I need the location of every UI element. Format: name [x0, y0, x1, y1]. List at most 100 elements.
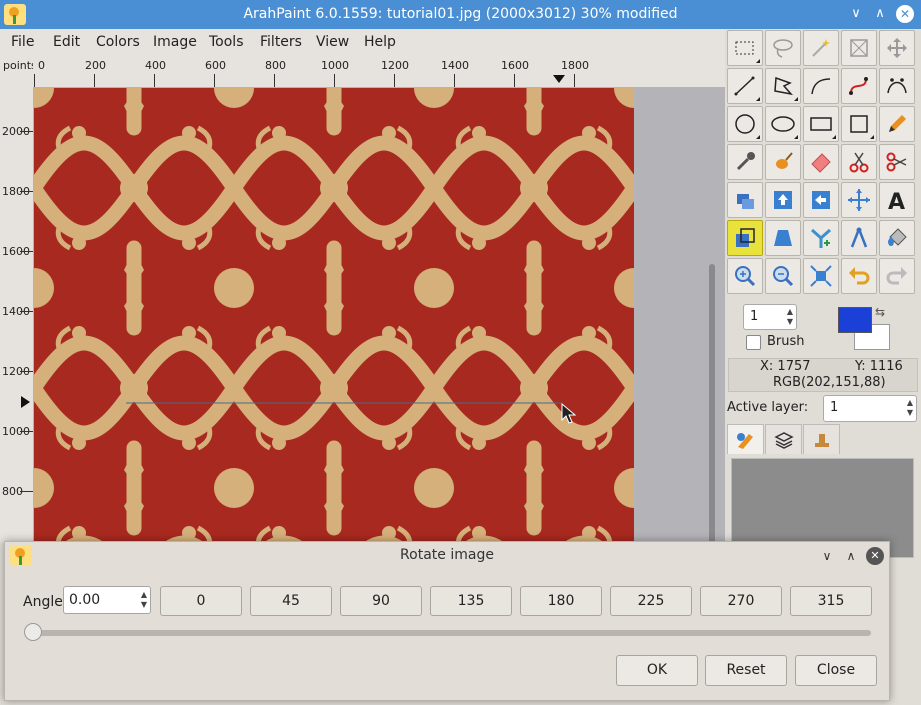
mouse-pointer-icon	[561, 403, 577, 424]
scissors-alt-tool-icon[interactable]	[879, 144, 915, 180]
dialog-maximize-button[interactable]: ∧	[842, 547, 860, 565]
title-bar: ArahPaint 6.0.1559: tutorial01.jpg (2000…	[0, 0, 921, 29]
menu-filters[interactable]: Filters	[260, 34, 302, 50]
flip-vertical-tool-icon[interactable]	[765, 182, 801, 218]
rectangle-tool-icon[interactable]	[803, 106, 839, 142]
rect-select-tool-icon[interactable]	[727, 30, 763, 66]
minimize-button[interactable]: ∨	[847, 5, 865, 23]
menu-tools[interactable]: Tools	[209, 34, 244, 50]
preset-angle-315-button[interactable]: 315	[790, 586, 872, 616]
active-layer-input[interactable]: 1 ▲ ▼	[823, 395, 917, 422]
angle-input[interactable]: 0.00 ▲ ▼	[63, 586, 151, 614]
close-dialog-button[interactable]: Close	[795, 655, 877, 686]
dialog-minimize-button[interactable]: ∨	[818, 547, 836, 565]
brush-size-value: 1	[750, 309, 759, 324]
square-tool-icon[interactable]	[841, 106, 877, 142]
ruler-tick: 200	[85, 59, 106, 72]
menu-colors[interactable]: Colors	[96, 34, 140, 50]
brush-size-input[interactable]: 1 ▲ ▼	[743, 304, 797, 330]
eraser-tool-icon[interactable]	[803, 144, 839, 180]
palette-icon	[736, 432, 753, 449]
preset-angle-270-button[interactable]: 270	[700, 586, 782, 616]
zoom-out-tool-icon[interactable]	[765, 258, 801, 294]
bucket-tool-icon[interactable]	[879, 220, 915, 256]
polygon-tool-icon[interactable]	[765, 68, 801, 104]
menu-view[interactable]: View	[316, 34, 349, 50]
compass-tool-icon[interactable]	[841, 220, 877, 256]
bezier-tool-icon[interactable]	[879, 68, 915, 104]
brush-label: Brush	[767, 334, 805, 349]
ruler-tick: 800	[265, 59, 286, 72]
move-tool-icon[interactable]	[879, 30, 915, 66]
brush-tool-icon[interactable]	[765, 144, 801, 180]
ok-button[interactable]: OK	[616, 655, 698, 686]
ruler-horizontal: 0 200 400 600 800 1000 1200 1400 1600 18…	[33, 56, 725, 87]
vertical-scrollbar[interactable]	[709, 264, 715, 544]
menu-bar: File Edit Colors Image Tools Filters Vie…	[0, 29, 725, 56]
coord-x: X: 1757	[760, 359, 811, 374]
maximize-button[interactable]: ∧	[871, 5, 889, 23]
eyedropper-tool-icon[interactable]	[727, 144, 763, 180]
preset-angle-135-button[interactable]: 135	[430, 586, 512, 616]
spin-arrows-icon[interactable]: ▲ ▼	[141, 590, 147, 610]
pencil-tool-icon[interactable]	[879, 106, 915, 142]
flip-horizontal-tool-icon[interactable]	[803, 182, 839, 218]
ruler-tick: 600	[205, 59, 226, 72]
menu-edit[interactable]: Edit	[53, 34, 80, 50]
preset-angle-90-button[interactable]: 90	[340, 586, 422, 616]
close-button[interactable]: ✕	[896, 5, 914, 23]
perspective-tool-icon[interactable]	[765, 220, 801, 256]
brush-checkbox[interactable]	[746, 335, 761, 350]
curve-tool-icon[interactable]	[803, 68, 839, 104]
coord-y: Y: 1116	[855, 359, 903, 374]
ellipse-select-tool-icon[interactable]	[727, 106, 763, 142]
crop-tool-icon[interactable]	[841, 30, 877, 66]
spin-arrows-icon[interactable]: ▲ ▼	[907, 398, 913, 418]
lasso-tool-icon[interactable]	[765, 30, 801, 66]
image-canvas[interactable]	[34, 88, 634, 542]
pixel-rgb: RGB(202,151,88)	[773, 375, 886, 390]
ruler-tick: 400	[145, 59, 166, 72]
layers-icon	[773, 431, 794, 449]
dialog-close-icon[interactable]: ✕	[866, 547, 884, 565]
preset-angle-45-button[interactable]: 45	[250, 586, 332, 616]
dialog-title: Rotate image	[400, 547, 494, 563]
spin-arrows-icon[interactable]: ▲ ▼	[787, 307, 793, 327]
reset-button[interactable]: Reset	[705, 655, 787, 686]
scissors-tool-icon[interactable]	[841, 144, 877, 180]
foreground-color-swatch[interactable]	[838, 307, 872, 333]
magic-wand-tool-icon[interactable]	[803, 30, 839, 66]
ruler-tick: 1600	[501, 59, 529, 72]
bezier-red-tool-icon[interactable]	[841, 68, 877, 104]
clone-tool-icon[interactable]	[727, 182, 763, 218]
ruler-tick: 0	[38, 59, 45, 72]
fit-tool-icon[interactable]	[803, 258, 839, 294]
tab-stamp[interactable]	[803, 424, 840, 454]
preset-angle-0-button[interactable]: 0	[160, 586, 242, 616]
ruler-tick: 1800	[561, 59, 589, 72]
rotate-image-dialog: Rotate image ∨ ∧ ✕ Angle 0.00 ▲ ▼ 0 45 90…	[4, 541, 890, 701]
active-layer-label: Active layer:	[727, 400, 809, 415]
ellipse-tool-icon[interactable]	[765, 106, 801, 142]
rotate-tool-icon[interactable]	[727, 220, 763, 256]
tab-layers[interactable]	[765, 424, 802, 454]
fork-tool-icon[interactable]	[803, 220, 839, 256]
move-center-tool-icon[interactable]	[841, 182, 877, 218]
angle-slider-handle[interactable]	[24, 623, 42, 641]
zoom-in-tool-icon[interactable]	[727, 258, 763, 294]
undo-tool-icon[interactable]	[841, 258, 877, 294]
preset-angle-225-button[interactable]: 225	[610, 586, 692, 616]
tab-tools[interactable]	[727, 424, 764, 454]
preset-angle-180-button[interactable]: 180	[520, 586, 602, 616]
swap-colors-icon[interactable]: ⇆	[875, 305, 885, 319]
redo-tool-icon[interactable]	[879, 258, 915, 294]
menu-help[interactable]: Help	[364, 34, 396, 50]
canvas-area[interactable]	[33, 87, 725, 544]
menu-file[interactable]: File	[11, 34, 34, 50]
svg-text:A: A	[888, 190, 905, 213]
menu-image[interactable]: Image	[153, 34, 197, 50]
angle-slider[interactable]	[29, 630, 871, 636]
angle-label: Angle	[23, 594, 63, 610]
text-tool-icon[interactable]: A	[879, 182, 915, 218]
line-tool-icon[interactable]	[727, 68, 763, 104]
